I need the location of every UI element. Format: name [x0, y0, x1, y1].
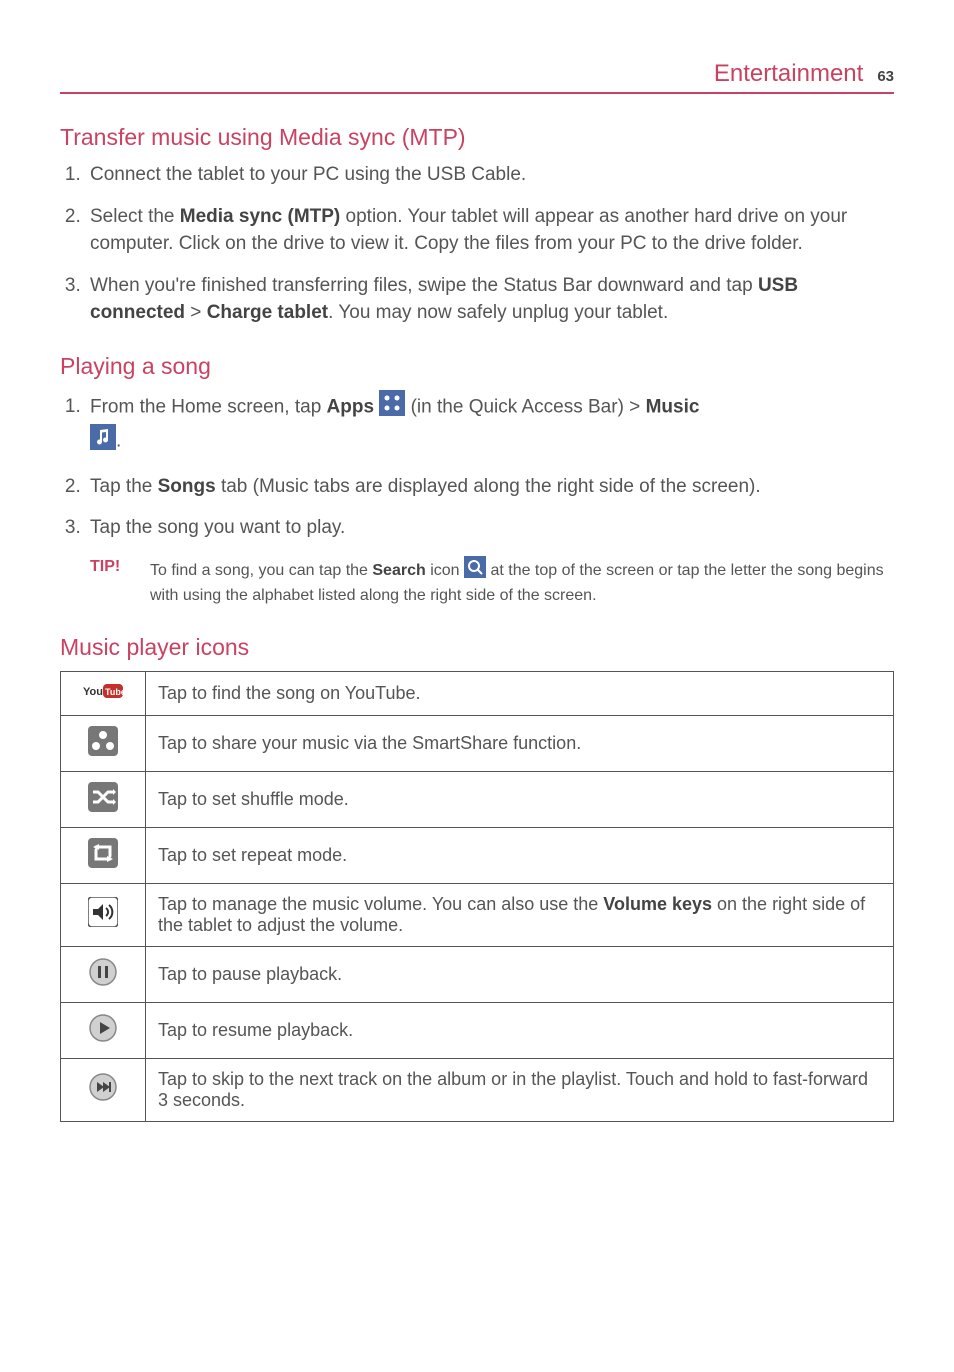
play-desc: Tap to resume playback.	[146, 1002, 894, 1058]
step-text-a: Select the	[90, 206, 180, 227]
smartshare-icon	[61, 715, 146, 771]
table-row: You Tube Tap to find the song on YouTube…	[61, 671, 894, 715]
section-playing-heading: Playing a song	[60, 353, 894, 380]
shuffle-icon	[61, 771, 146, 827]
step-text-mid: (in the Quick Access Bar) >	[411, 396, 646, 417]
shuffle-desc: Tap to set shuffle mode.	[146, 771, 894, 827]
next-track-icon	[61, 1058, 146, 1121]
media-sync-label: Media sync (MTP)	[180, 206, 340, 227]
playing-step-3: Tap the song you want to play.	[86, 514, 894, 542]
header-title: Entertainment	[714, 60, 863, 88]
songs-label: Songs	[158, 476, 216, 497]
table-row: Tap to share your music via the SmartSha…	[61, 715, 894, 771]
step-text: Connect the tablet to your PC using the …	[90, 164, 526, 185]
music-label: Music	[646, 396, 700, 417]
section-icons-heading: Music player icons	[60, 634, 894, 661]
charge-tablet-label: Charge tablet	[207, 302, 328, 323]
page-header: Entertainment 63	[60, 60, 894, 94]
page-number: 63	[877, 68, 894, 85]
step-text-b: tab (Music tabs are displayed along the …	[216, 476, 761, 497]
table-row: Tap to pause playback.	[61, 946, 894, 1002]
transfer-step-2: Select the Media sync (MTP) option. Your…	[86, 203, 894, 258]
table-row: Tap to set shuffle mode.	[61, 771, 894, 827]
youtube-desc: Tap to find the song on YouTube.	[146, 671, 894, 715]
pause-icon	[61, 946, 146, 1002]
table-row: Tap to set repeat mode.	[61, 827, 894, 883]
volume-keys-label: Volume keys	[603, 894, 712, 914]
table-row: Tap to skip to the next track on the alb…	[61, 1058, 894, 1121]
play-icon	[61, 1002, 146, 1058]
search-label: Search	[372, 562, 425, 579]
next-track-desc: Tap to skip to the next track on the alb…	[146, 1058, 894, 1121]
tip-row: TIP! To find a song, you can tap the Sea…	[90, 556, 894, 608]
transfer-step-1: Connect the tablet to your PC using the …	[86, 161, 894, 189]
svg-text:You: You	[83, 686, 103, 698]
smartshare-desc: Tap to share your music via the SmartSha…	[146, 715, 894, 771]
tip-label: TIP!	[90, 556, 150, 608]
tip-text-a: To find a song, you can tap the	[150, 562, 372, 579]
table-row: Tap to manage the music volume. You can …	[61, 883, 894, 946]
volume-desc: Tap to manage the music volume. You can …	[146, 883, 894, 946]
tip-text-b: icon	[426, 562, 464, 579]
icons-table: You Tube Tap to find the song on YouTube…	[60, 671, 894, 1122]
apps-icon	[379, 390, 405, 425]
transfer-step-3: When you're finished transferring files,…	[86, 272, 894, 327]
search-icon	[464, 556, 486, 585]
repeat-icon	[61, 827, 146, 883]
playing-step-1: From the Home screen, tap Apps (in the Q…	[86, 390, 894, 459]
transfer-steps: Connect the tablet to your PC using the …	[60, 161, 894, 327]
step-text: Tap the song you want to play.	[90, 517, 345, 538]
tip-text: To find a song, you can tap the Search i…	[150, 556, 894, 608]
playing-step-2: Tap the Songs tab (Music tabs are displa…	[86, 473, 894, 501]
pause-desc: Tap to pause playback.	[146, 946, 894, 1002]
section-transfer-heading: Transfer music using Media sync (MTP)	[60, 124, 894, 151]
apps-label: Apps	[327, 396, 375, 417]
playing-steps: From the Home screen, tap Apps (in the Q…	[60, 390, 894, 542]
step-text-mid: >	[185, 302, 207, 323]
volume-icon	[61, 883, 146, 946]
youtube-icon: You Tube	[61, 671, 146, 715]
repeat-desc: Tap to set repeat mode.	[146, 827, 894, 883]
step-text-a: When you're finished transferring files,…	[90, 275, 758, 296]
step-text-a: From the Home screen, tap	[90, 396, 327, 417]
table-row: Tap to resume playback.	[61, 1002, 894, 1058]
volume-desc-a: Tap to manage the music volume. You can …	[158, 894, 603, 914]
svg-text:Tube: Tube	[105, 687, 123, 697]
step-text-a: Tap the	[90, 476, 158, 497]
step-text-end: .	[116, 431, 121, 452]
step-text-b: . You may now safely unplug your tablet.	[328, 302, 668, 323]
music-icon	[90, 424, 116, 459]
